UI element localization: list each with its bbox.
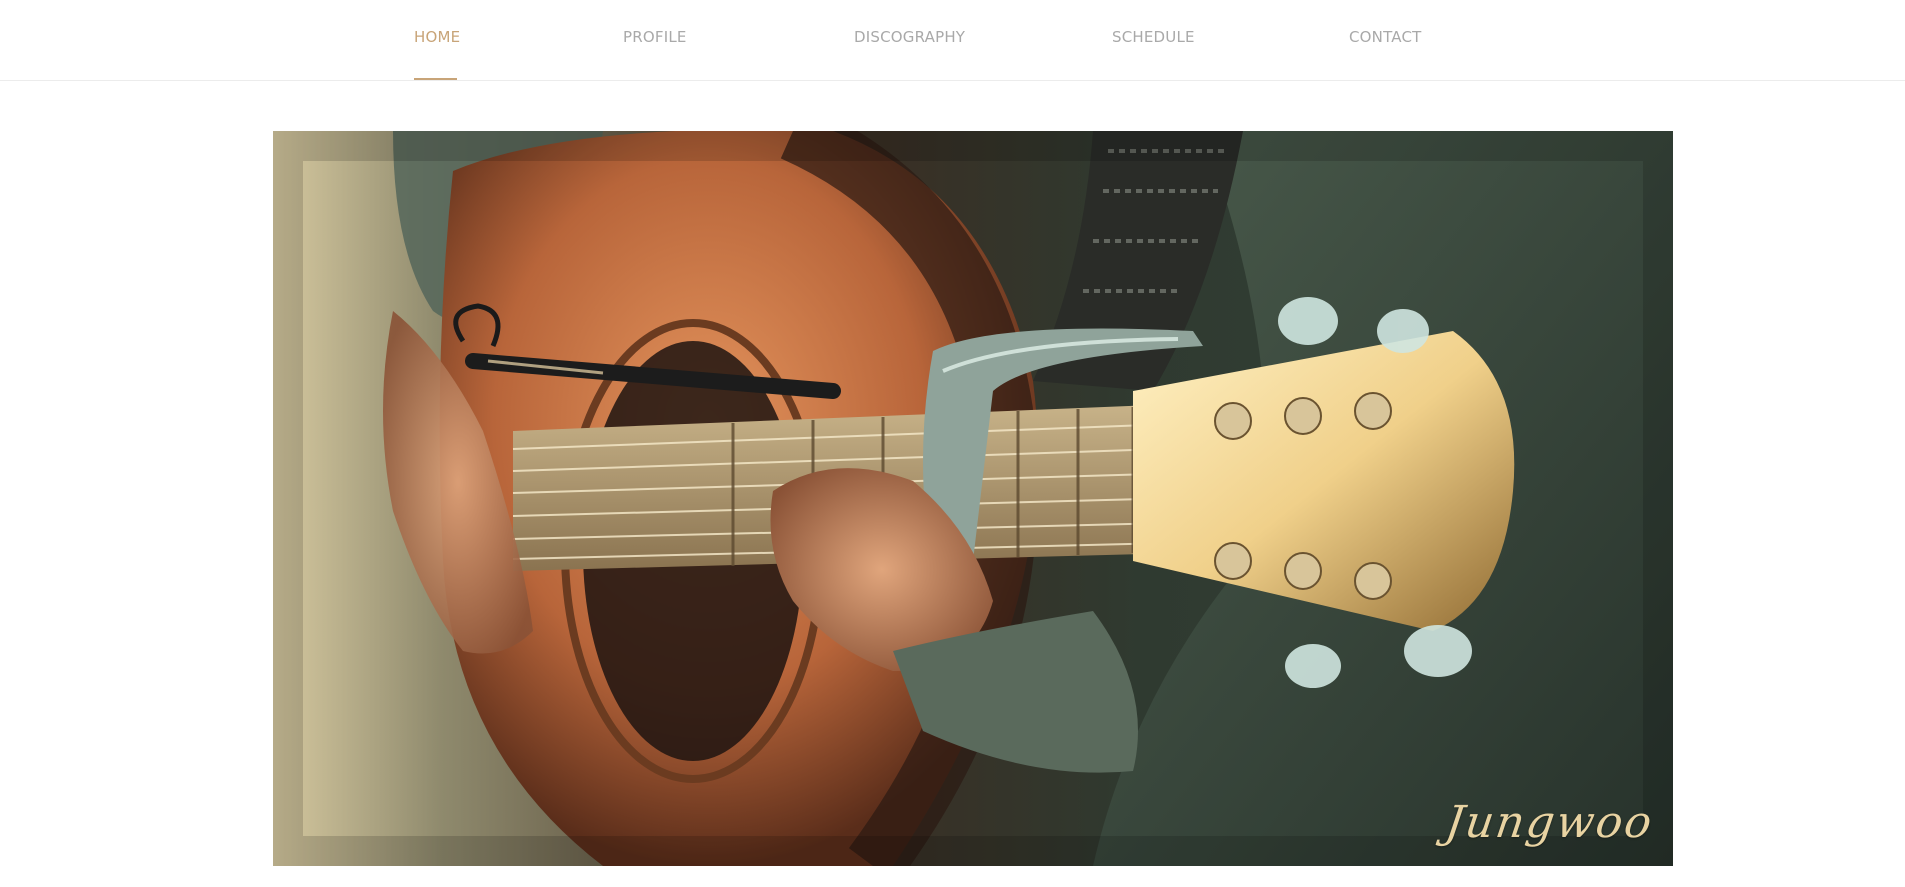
nav-schedule[interactable]: SCHEDULE bbox=[1112, 28, 1195, 46]
nav-profile[interactable]: PROFILE bbox=[623, 28, 687, 46]
hero-image: Jungwoo bbox=[273, 131, 1673, 866]
guitar-photo-illustration bbox=[273, 131, 1673, 866]
top-navigation: HOME PROFILE DISCOGRAPHY SCHEDULE CONTAC… bbox=[0, 0, 1905, 81]
active-nav-indicator bbox=[414, 78, 457, 80]
nav-contact[interactable]: CONTACT bbox=[1349, 28, 1422, 46]
artist-signature: Jungwoo bbox=[1442, 797, 1657, 848]
nav-home[interactable]: HOME bbox=[414, 28, 460, 46]
nav-discography[interactable]: DISCOGRAPHY bbox=[854, 28, 965, 46]
